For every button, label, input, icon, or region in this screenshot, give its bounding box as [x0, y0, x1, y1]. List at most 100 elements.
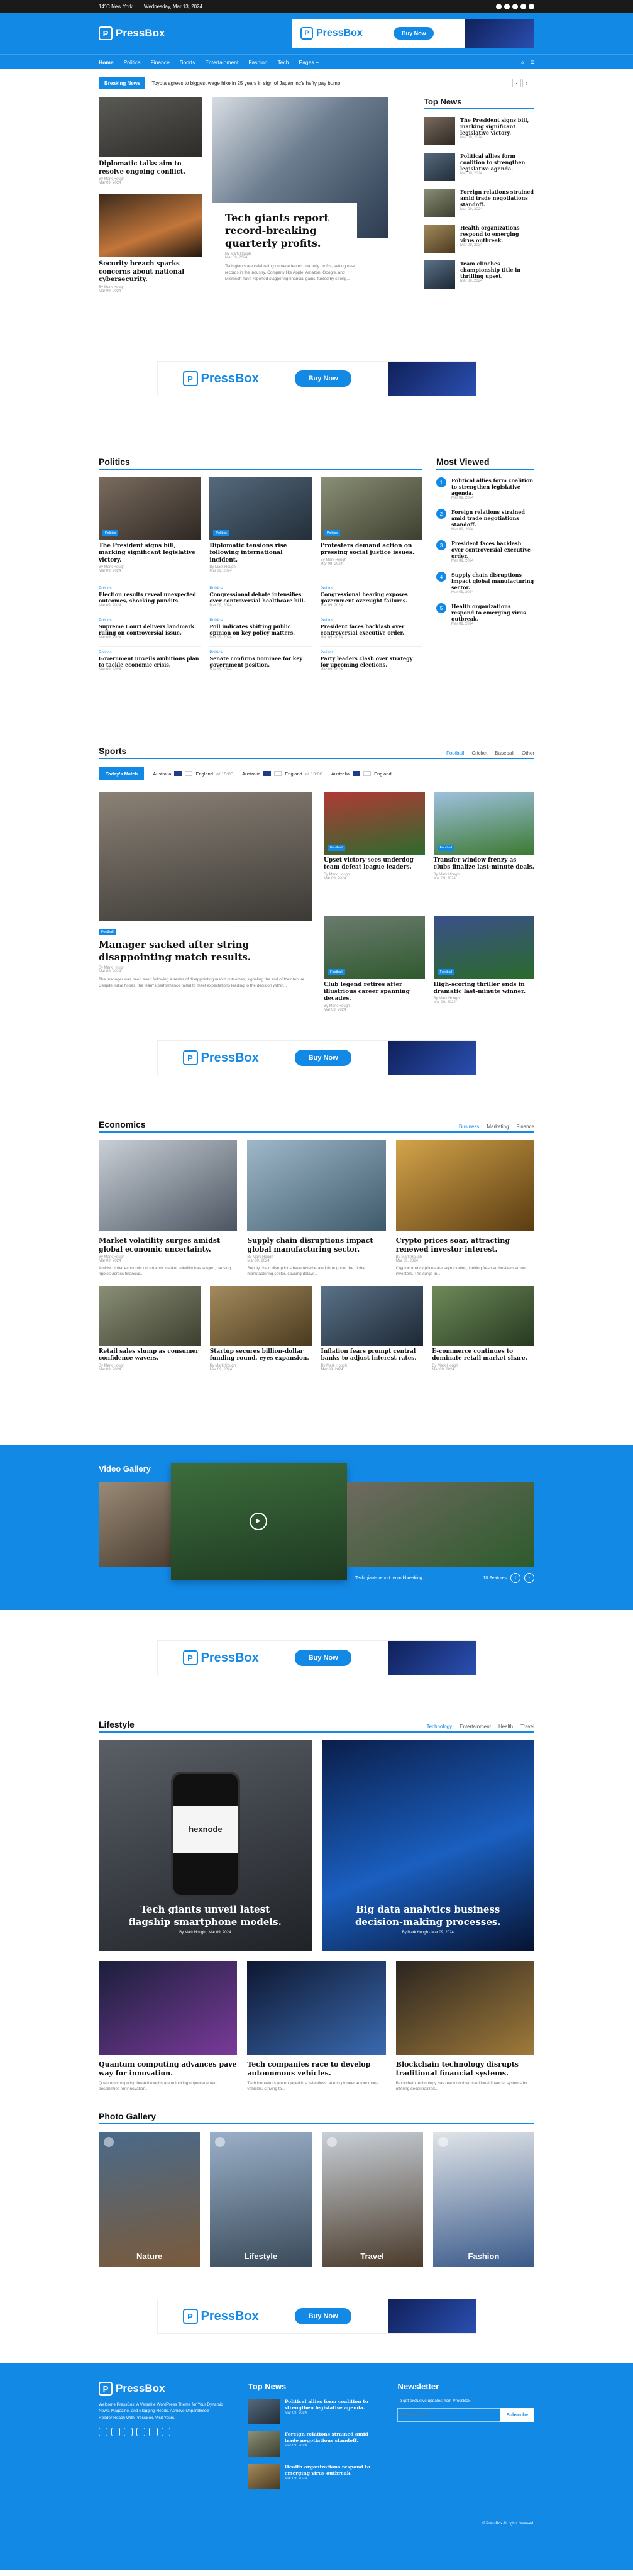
top-news-title-text[interactable]: Political allies form coalition to stren… [460, 153, 534, 172]
politics-list-title[interactable]: Senate confirms nominee for key governme… [209, 655, 311, 668]
sports-main-tag[interactable]: Football [99, 929, 116, 935]
footer-news-item[interactable]: Political allies form coalition to stren… [248, 2399, 373, 2424]
sports-card-image[interactable]: Football [324, 916, 425, 979]
tab-baseball[interactable]: Baseball [495, 750, 514, 756]
footer-news-title[interactable]: Foreign relations strained amid trade ne… [285, 2431, 373, 2444]
ticker-prev-icon[interactable]: ‹ [512, 79, 521, 87]
nav-entertainment[interactable]: Entertainment [205, 59, 238, 65]
economics-card-image[interactable] [395, 1140, 534, 1231]
most-viewed-title-text[interactable]: Supply chain disruptions impact global m… [451, 572, 534, 591]
top-news-title-text[interactable]: The President signs bill, marking signif… [460, 117, 534, 136]
ad-buy-button[interactable]: Buy Now [295, 370, 352, 387]
video-next-icon[interactable]: › [524, 1573, 534, 1583]
top-news-item[interactable]: Foreign relations strained amid trade ne… [424, 189, 534, 217]
sports-card-tag[interactable]: Football [437, 969, 455, 975]
sports-card-title[interactable]: Club legend retires after illustrious ca… [324, 982, 425, 1003]
search-icon[interactable]: ⌕ [521, 59, 525, 66]
play-icon[interactable]: ▶ [250, 1513, 267, 1530]
most-viewed-item[interactable]: 3 President faces backlash over controver… [436, 540, 534, 563]
nav-sports[interactable]: Sports [180, 59, 195, 65]
lifestyle-small-title[interactable]: Tech companies race to develop autonomou… [247, 2060, 385, 2078]
twitter-icon[interactable] [111, 2428, 120, 2437]
most-viewed-title-text[interactable]: Political allies form coalition to stren… [451, 477, 534, 496]
top-news-thumb[interactable] [424, 153, 455, 181]
tab-marketing[interactable]: Marketing [487, 1124, 509, 1130]
politics-list-title[interactable]: Congressional debate intensifies over co… [209, 591, 311, 604]
sports-card-title[interactable]: Transfer window frenzy as clubs finalize… [434, 857, 535, 872]
politics-list-category[interactable]: Politics [321, 586, 422, 591]
economics-small-image[interactable] [321, 1286, 424, 1346]
economics-card-image[interactable] [247, 1140, 386, 1231]
politics-card-title[interactable]: Diplomatic tensions rise following inter… [209, 543, 311, 564]
photo-gallery-item[interactable]: Lifestyle [210, 2132, 312, 2267]
instagram-icon[interactable] [512, 3, 518, 9]
footer-news-title[interactable]: Health organizations respond to emerging… [285, 2464, 373, 2477]
top-news-item[interactable]: Political allies form coalition to stren… [424, 153, 534, 181]
economics-small-image[interactable] [209, 1286, 312, 1346]
top-news-thumb[interactable] [424, 260, 455, 289]
instagram-icon[interactable] [124, 2428, 133, 2437]
politics-card-tag[interactable]: Politics [102, 530, 119, 536]
footer-news-thumb[interactable] [248, 2464, 280, 2489]
sports-main-title[interactable]: Manager sacked after string disappointin… [99, 939, 312, 963]
economics-small-image[interactable] [99, 1286, 201, 1346]
header-ad-banner[interactable]: P PressBox Buy Now [292, 18, 534, 48]
economics-small-title[interactable]: E-commerce continues to dominate retail … [432, 1348, 534, 1363]
politics-list-title[interactable]: Party leaders clash over strategy for up… [321, 655, 422, 668]
lifestyle-big-title-2[interactable]: Big data analytics business decision-mak… [347, 1904, 510, 1928]
ad-buy-button[interactable]: Buy Now [295, 2308, 352, 2324]
politics-list-category[interactable]: Politics [99, 618, 201, 623]
most-viewed-title-text[interactable]: Foreign relations strained amid trade ne… [451, 509, 534, 528]
top-news-thumb[interactable] [424, 189, 455, 217]
tab-cricket[interactable]: Cricket [471, 750, 487, 756]
ticker-text[interactable]: Toyota agrees to biggest wage hike in 25… [145, 80, 512, 86]
nav-finance[interactable]: Finance [151, 59, 170, 65]
sports-card-title[interactable]: Upset victory sees underdog team defeat … [324, 857, 425, 872]
pinterest-icon[interactable] [162, 2428, 170, 2437]
photo-gallery-item[interactable]: Nature [99, 2132, 201, 2267]
lifestyle-big-card-1[interactable]: hexnode Tech giants unveil latest flagsh… [99, 1740, 312, 1951]
ad-buy-button[interactable]: Buy Now [295, 1650, 352, 1666]
politics-card-image[interactable]: Politics [99, 477, 201, 540]
politics-list-title[interactable]: Poll indicates shifting public opinion o… [209, 623, 311, 636]
tab-health[interactable]: Health [498, 1724, 513, 1729]
politics-card-title[interactable]: Protesters demand action on pressing soc… [321, 543, 422, 557]
ticker-next-icon[interactable]: › [522, 79, 531, 87]
sports-card-image[interactable]: Football [433, 916, 534, 979]
ad-buy-button[interactable]: Buy Now [394, 27, 434, 40]
lifestyle-small-image[interactable] [395, 1961, 534, 2055]
most-viewed-title-text[interactable]: President faces backlash over controvers… [451, 540, 534, 559]
tab-football[interactable]: Football [446, 750, 464, 756]
top-news-thumb[interactable] [424, 225, 455, 253]
sports-card-tag[interactable]: Football [328, 845, 345, 851]
economics-card-image[interactable] [99, 1140, 238, 1231]
hero-left-image-1[interactable] [99, 97, 202, 157]
lifestyle-big-title-1[interactable]: Tech giants unveil latest flagship smart… [124, 1904, 287, 1928]
lifestyle-small-title[interactable]: Quantum computing advances pave way for … [99, 2060, 237, 2078]
hero-left-image-2[interactable] [99, 194, 202, 257]
hero-left-title-1[interactable]: Diplomatic talks aim to resolve ongoing … [99, 160, 202, 176]
politics-list-category[interactable]: Politics [99, 650, 201, 655]
linkedin-icon[interactable] [136, 2428, 145, 2437]
economics-small-title[interactable]: Inflation fears prompt central banks to … [321, 1348, 424, 1363]
footer-news-thumb[interactable] [248, 2399, 280, 2424]
economics-card-title[interactable]: Crypto prices soar, attracting renewed i… [396, 1236, 534, 1254]
tab-finance[interactable]: Finance [517, 1124, 534, 1130]
politics-card-tag[interactable]: Politics [213, 530, 229, 536]
top-news-item[interactable]: Team clinches championship title in thri… [424, 260, 534, 289]
footer-news-thumb[interactable] [248, 2431, 280, 2457]
lifestyle-small-image[interactable] [99, 1961, 238, 2055]
most-viewed-item[interactable]: 5 Health organizations respond to emergin… [436, 603, 534, 626]
politics-list-category[interactable]: Politics [321, 650, 422, 655]
photo-gallery-item[interactable]: Travel [321, 2132, 423, 2267]
nav-pages[interactable]: Pages + [299, 59, 319, 65]
top-news-title-text[interactable]: Health organizations respond to emerging… [460, 225, 534, 243]
economics-small-title[interactable]: Startup secures billion-dollar funding r… [210, 1348, 312, 1363]
video-thumb-left[interactable] [99, 1482, 174, 1567]
match-item[interactable]: Australia England at 19:00 [153, 771, 233, 777]
subscribe-button[interactable]: Subscribe [500, 2408, 534, 2422]
politics-list-category[interactable]: Politics [99, 586, 201, 591]
economics-card-title[interactable]: Supply chain disruptions impact global m… [247, 1236, 385, 1254]
top-news-title-text[interactable]: Team clinches championship title in thri… [460, 260, 534, 279]
match-item[interactable]: Australia England [331, 771, 395, 777]
